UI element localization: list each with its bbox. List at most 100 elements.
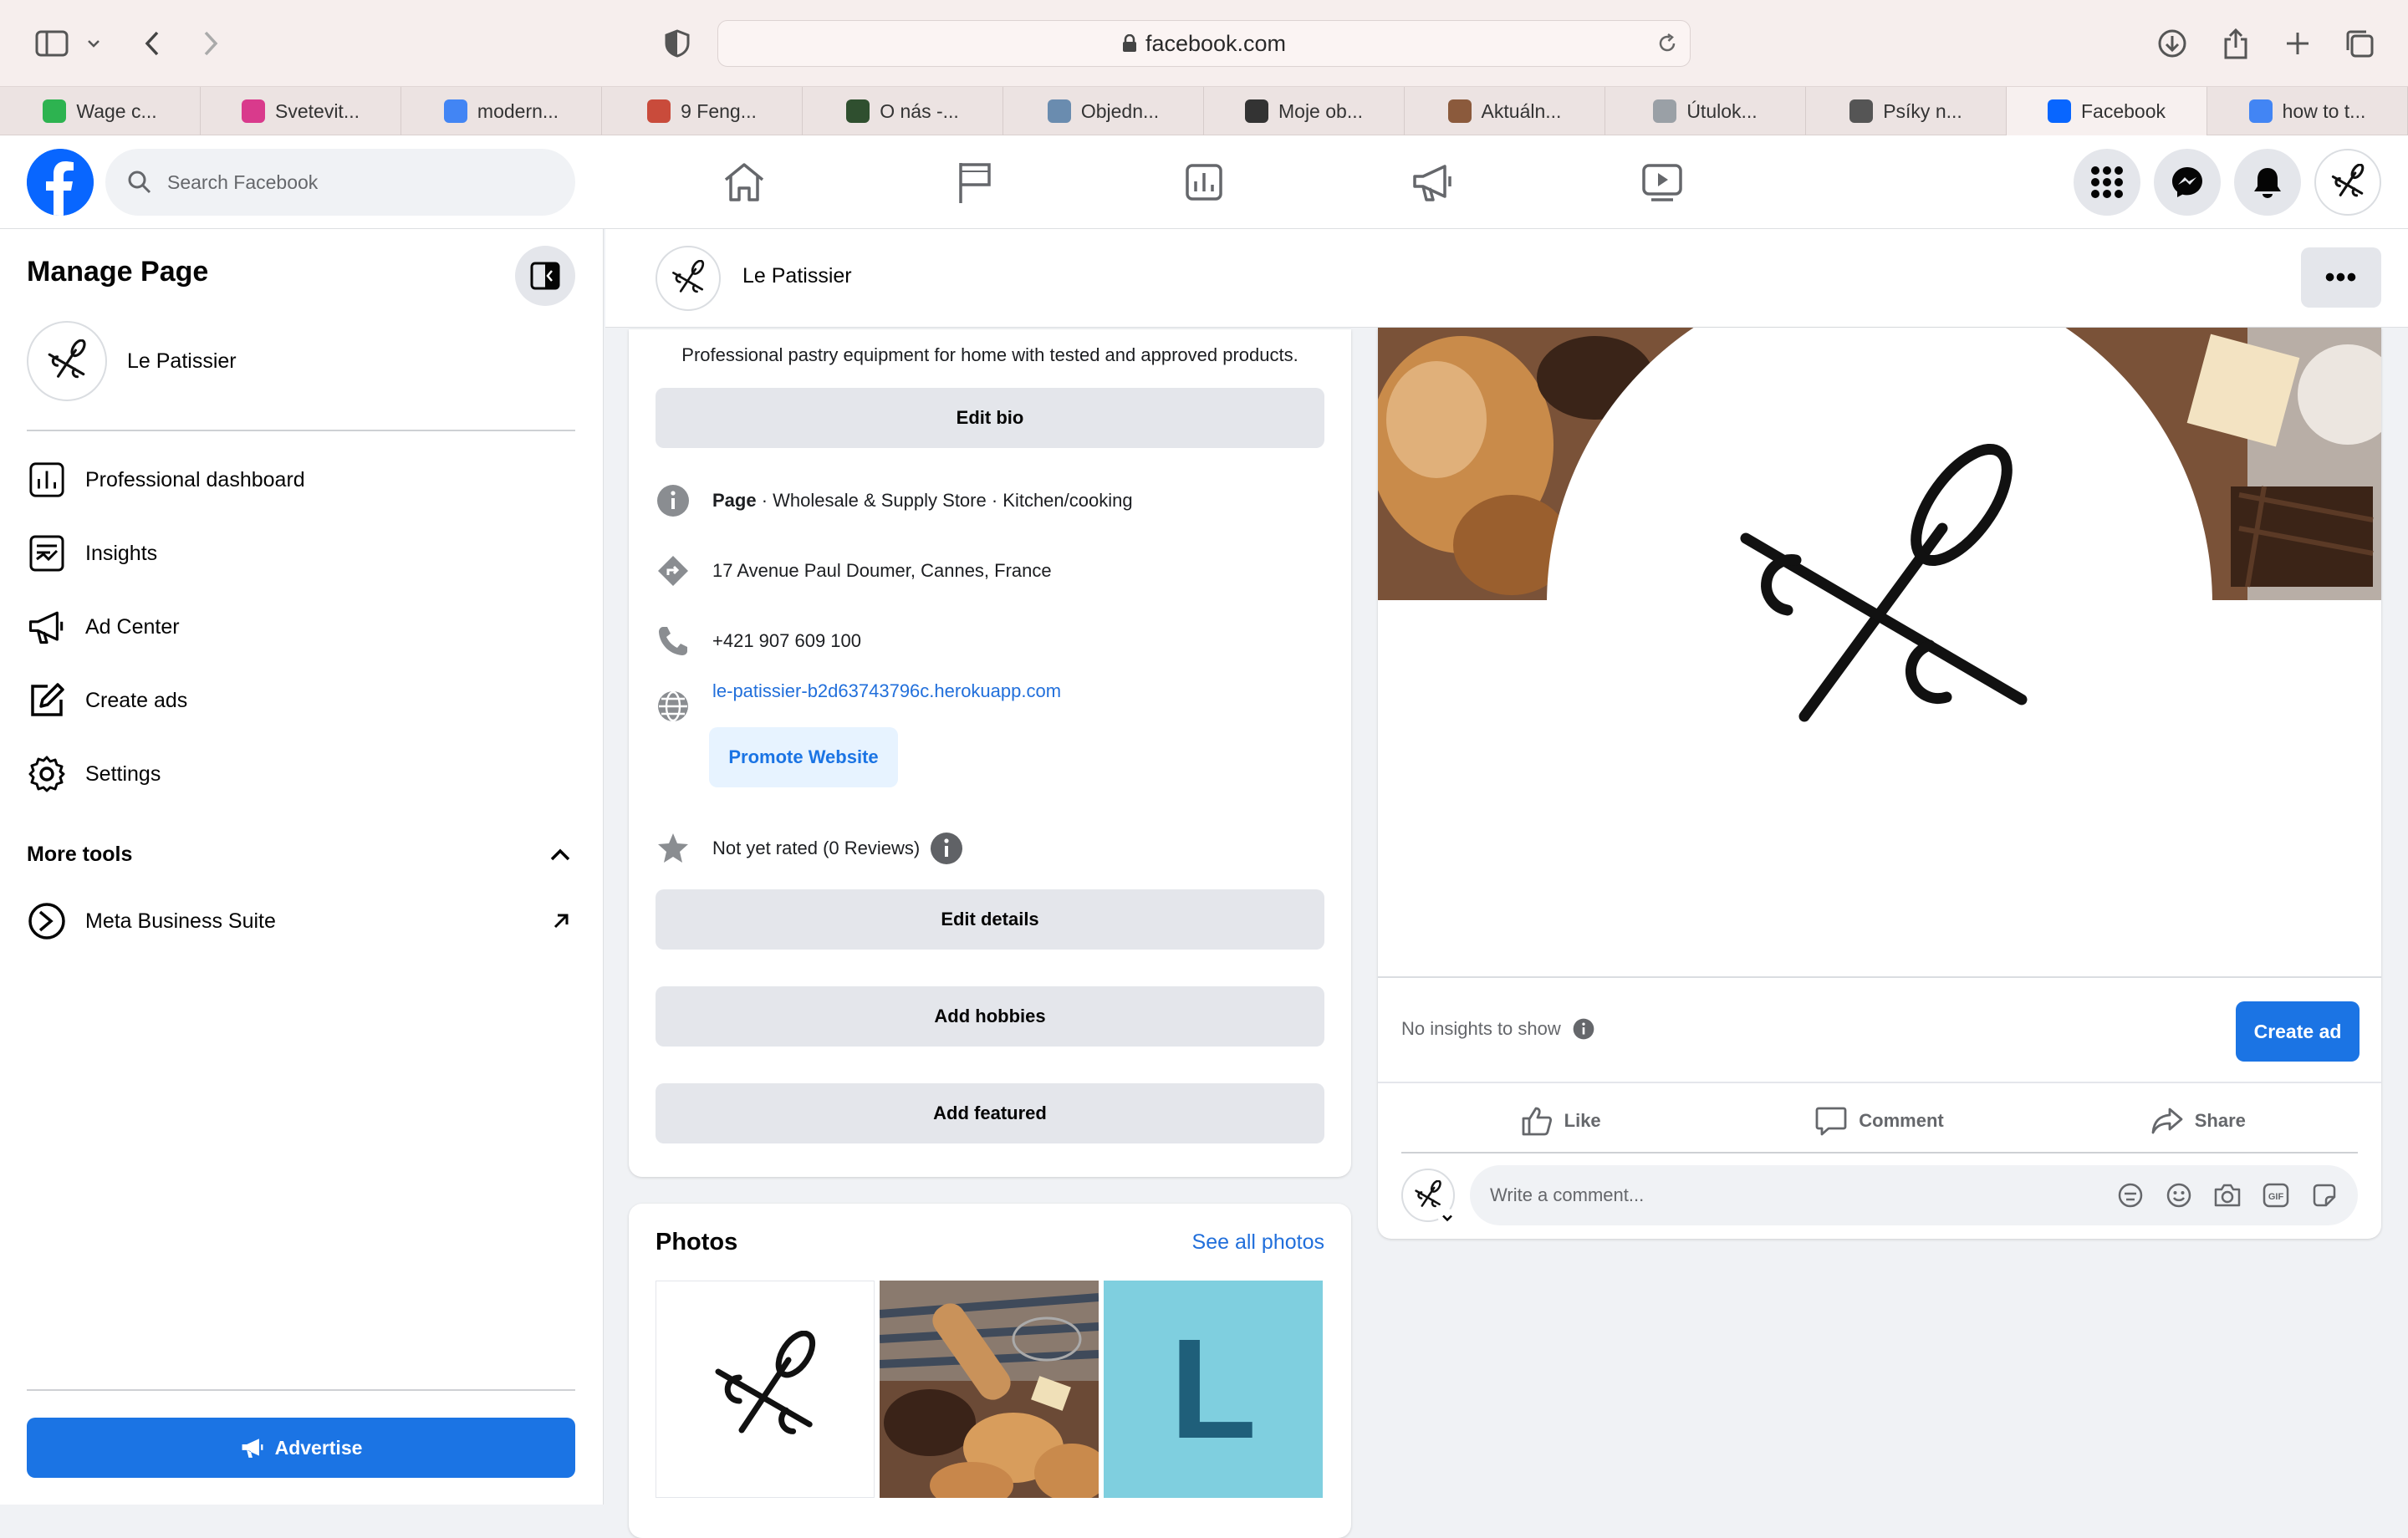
browser-tab[interactable]: Svetevit...: [201, 87, 401, 135]
flag-icon[interactable]: [925, 154, 1025, 211]
search-box[interactable]: Search Facebook: [105, 149, 575, 216]
comment-composer: Write a comment... GIF: [1401, 1165, 2358, 1227]
more-tools-header[interactable]: More tools: [27, 843, 575, 867]
gif-icon[interactable]: GIF: [2259, 1179, 2293, 1212]
search-placeholder: Search Facebook: [167, 171, 319, 193]
category-text: · Wholesale & Supply Store · Kitchen/coo…: [756, 490, 1133, 511]
edit-icon: [27, 680, 67, 721]
sidebar-title: Manage Page: [27, 256, 209, 288]
cover-image[interactable]: [1378, 328, 2381, 978]
facebook-logo[interactable]: [27, 149, 94, 216]
directions-icon: [656, 553, 691, 588]
megaphone-icon[interactable]: [1383, 154, 1483, 211]
page-avatar: [27, 321, 107, 401]
new-tab-icon[interactable]: [2278, 23, 2318, 64]
downloads-icon[interactable]: [2152, 23, 2192, 64]
browser-tab[interactable]: Wage c...: [0, 87, 201, 135]
profile-avatar[interactable]: [2314, 149, 2381, 216]
sidebar-item-settings[interactable]: Settings: [27, 749, 575, 799]
video-icon[interactable]: [1612, 154, 1712, 211]
camera-icon[interactable]: [2211, 1179, 2244, 1212]
see-all-photos-link[interactable]: See all photos: [1192, 1230, 1324, 1255]
share-icon[interactable]: [2216, 23, 2256, 64]
back-icon[interactable]: [132, 23, 172, 64]
photo-thumbnail-letter[interactable]: L: [1104, 1281, 1323, 1498]
edit-bio-button[interactable]: Edit bio: [656, 388, 1324, 448]
tab-overview-icon[interactable]: [2339, 23, 2380, 64]
promote-website-button[interactable]: Promote Website: [709, 727, 898, 787]
browser-tab[interactable]: how to t...: [2207, 87, 2408, 135]
chevron-down-icon[interactable]: [77, 23, 110, 64]
browser-tab[interactable]: O nás -...: [803, 87, 1003, 135]
sidebar-item-label: Create ads: [85, 688, 188, 712]
browser-tab[interactable]: modern...: [401, 87, 602, 135]
address-text: 17 Avenue Paul Doumer, Cannes, France: [712, 560, 1052, 581]
tab-favicon-icon: [443, 99, 467, 123]
info-icon[interactable]: [930, 832, 963, 865]
category-row: Page · Wholesale & Supply Store · Kitche…: [656, 483, 1133, 518]
svg-text:GIF: GIF: [2268, 1192, 2284, 1202]
sidebar-item-ad-center[interactable]: Ad Center: [27, 602, 575, 652]
reload-icon[interactable]: [1649, 25, 1686, 62]
add-hobbies-button[interactable]: Add hobbies: [656, 986, 1324, 1047]
page-avatar[interactable]: [656, 246, 721, 311]
sidebar-toggle-icon[interactable]: [32, 23, 72, 64]
insights-row: No insights to show: [1401, 1018, 1594, 1040]
website-link[interactable]: le-patissier-b2d63743796c.herokuapp.com: [712, 680, 1061, 702]
browser-tab[interactable]: Facebook: [2007, 87, 2207, 135]
add-featured-button[interactable]: Add featured: [656, 1083, 1324, 1143]
photos-title: Photos: [656, 1229, 738, 1255]
like-label: Like: [1564, 1110, 1601, 1131]
tab-favicon-icon: [43, 99, 67, 123]
like-button[interactable]: Like: [1401, 1090, 1720, 1152]
share-label: Share: [2194, 1110, 2246, 1131]
sticker-icon[interactable]: [2308, 1179, 2341, 1212]
create-ad-button[interactable]: Create ad: [2236, 1001, 2360, 1062]
more-options-button[interactable]: •••: [2301, 247, 2381, 308]
browser-tab[interactable]: 9 Feng...: [602, 87, 803, 135]
browser-tab[interactable]: Psíky n...: [1806, 87, 2007, 135]
avatar-sticker-icon[interactable]: [2114, 1179, 2147, 1212]
photo-thumbnail-logo[interactable]: [656, 1281, 875, 1498]
sidebar-item-professional-dashboard[interactable]: Professional dashboard: [27, 455, 575, 505]
messenger-icon[interactable]: [2154, 149, 2221, 216]
comment-button[interactable]: Comment: [1720, 1090, 2038, 1152]
address-bar[interactable]: facebook.com: [717, 20, 1691, 67]
browser-tab[interactable]: Aktuáln...: [1405, 87, 1605, 135]
tab-label: Psíky n...: [1883, 99, 1962, 122]
page-switcher[interactable]: Le Patissier: [27, 321, 237, 401]
sidebar-item-label: Insights: [85, 541, 158, 565]
tab-label: Moje ob...: [1278, 99, 1363, 122]
star-icon: [656, 831, 691, 866]
insights-icon: [27, 533, 67, 573]
collapse-sidebar-icon[interactable]: [515, 246, 575, 306]
dashboard-icon[interactable]: [1154, 154, 1254, 211]
browser-tab[interactable]: Objedn...: [1003, 87, 1204, 135]
no-insights-text: No insights to show: [1401, 1018, 1561, 1039]
notifications-bell-icon[interactable]: [2234, 149, 2301, 216]
sidebar-item-meta-business-suite[interactable]: Meta Business Suite: [27, 896, 575, 946]
info-icon[interactable]: [1573, 1018, 1594, 1040]
sidebar-item-insights[interactable]: Insights: [27, 528, 575, 578]
share-button[interactable]: Share: [2039, 1090, 2358, 1152]
page-bio: Professional pastry equipment for home w…: [681, 344, 1298, 365]
menu-grid-icon[interactable]: [2074, 149, 2140, 216]
lock-icon: [1122, 34, 1137, 53]
advertise-button[interactable]: Advertise: [27, 1418, 575, 1478]
rating-text: Not yet rated (0 Reviews): [712, 838, 921, 858]
home-icon[interactable]: [694, 154, 794, 211]
edit-details-button[interactable]: Edit details: [656, 889, 1324, 950]
comment-input[interactable]: Write a comment... GIF: [1470, 1165, 2358, 1225]
sidebar-item-create-ads[interactable]: Create ads: [27, 675, 575, 726]
share-arrow-icon: [2151, 1108, 2183, 1134]
page-header: Le Patissier •••: [605, 229, 2408, 328]
tab-label: 9 Feng...: [681, 99, 757, 122]
tab-favicon-icon: [242, 99, 265, 123]
browser-tab[interactable]: Útulok...: [1605, 87, 1806, 135]
emoji-icon[interactable]: [2162, 1179, 2196, 1212]
browser-tab[interactable]: Moje ob...: [1204, 87, 1405, 135]
chevron-down-icon[interactable]: [1438, 1209, 1457, 1227]
forward-icon[interactable]: [191, 23, 231, 64]
shield-icon[interactable]: [657, 23, 697, 64]
photo-thumbnail-pastry[interactable]: [880, 1281, 1099, 1498]
